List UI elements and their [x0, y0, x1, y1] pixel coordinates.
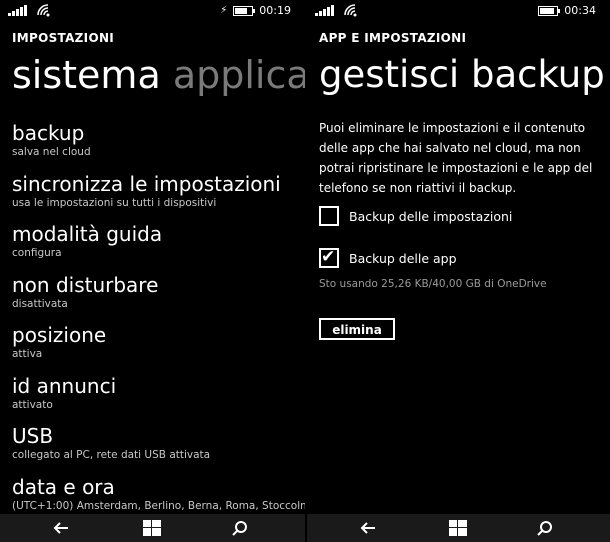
back-arrow-icon[interactable] — [52, 520, 70, 540]
item-title: sincronizza le impostazioni — [12, 171, 281, 196]
item-title: posizione — [12, 323, 107, 347]
signal-icon — [8, 4, 28, 19]
navigation-bar — [307, 514, 610, 542]
item-title: id annunci — [12, 373, 117, 398]
charging-icon: ⚡ — [220, 5, 228, 16]
page-title: gestisci backup — [319, 53, 605, 96]
pivot-tab-sistema[interactable]: sistema — [12, 53, 161, 97]
windows-logo-icon[interactable] — [449, 520, 467, 540]
wifi-icon — [36, 3, 52, 20]
navigation-bar — [0, 514, 305, 542]
search-icon[interactable] — [537, 520, 553, 540]
backup-screen: 00:34 APP E IMPOSTAZIONI gestisci backup… — [307, 0, 610, 542]
search-icon[interactable] — [232, 520, 248, 540]
checkmark-icon: ✔ — [321, 247, 336, 267]
item-title: non disturbare — [12, 272, 159, 297]
checkbox-apps-backup[interactable]: ✔ Backup delle app — [319, 247, 457, 268]
item-title: backup — [12, 121, 85, 145]
checkbox-label: Backup delle impostazioni — [349, 208, 513, 224]
item-subtitle: (UTC+1:00) Amsterdam, Berlino, Berna, Ro… — [12, 499, 305, 512]
backup-description: Puoi eliminare le impostazioni e il cont… — [319, 121, 593, 195]
list-item-do-not-disturb[interactable]: non disturbare disattivata — [12, 272, 305, 323]
pivot-header: sistema applicaz — [12, 49, 305, 101]
status-time: 00:19 — [259, 4, 291, 17]
delete-button[interactable]: elimina — [319, 318, 395, 340]
status-bar: 00:34 — [307, 0, 610, 22]
item-subtitle: configura — [12, 247, 62, 259]
item-subtitle: usa le impostazioni su tutti i dispositi… — [12, 196, 217, 209]
back-arrow-icon[interactable] — [359, 520, 377, 540]
item-title: USB — [12, 424, 54, 448]
status-time: 00:34 — [564, 4, 596, 17]
onedrive-usage: Sto usando 25,26 KB/40,00 GB di OneDrive — [319, 278, 547, 290]
list-item-ad-id[interactable]: id annunci attivato — [12, 373, 305, 424]
item-subtitle: collegato al PC, rete dati USB attivata — [12, 449, 211, 461]
windows-logo-icon[interactable] — [143, 520, 161, 540]
wifi-icon — [343, 3, 359, 20]
item-subtitle: salva nel cloud — [12, 146, 91, 158]
checkbox-label: Backup delle app — [349, 250, 457, 266]
settings-screen: ⚡ 00:19 IMPOSTAZIONI sistema applicaz ba… — [0, 0, 305, 542]
settings-list: backup salva nel cloud sincronizza le im… — [12, 120, 305, 524]
checkbox-box[interactable]: ✔ — [319, 247, 339, 268]
app-title: IMPOSTAZIONI — [12, 31, 115, 45]
battery-icon — [233, 5, 256, 16]
status-bar: ⚡ 00:19 — [0, 0, 305, 22]
battery-icon — [538, 5, 561, 16]
item-subtitle: attiva — [12, 348, 43, 360]
list-item-location[interactable]: posizione attiva — [12, 322, 305, 373]
checkbox-box[interactable] — [319, 206, 339, 226]
signal-icon — [315, 4, 335, 19]
list-item-sync[interactable]: sincronizza le impostazioni usa le impos… — [12, 171, 305, 222]
item-subtitle: disattivata — [12, 297, 68, 310]
pivot-tab-applicazioni[interactable]: applicaz — [173, 53, 305, 97]
item-title: modalità guida — [12, 222, 163, 246]
list-item-driving-mode[interactable]: modalità guida configura — [12, 221, 305, 272]
item-title: data e ora — [12, 474, 115, 499]
checkbox-settings-backup[interactable]: Backup delle impostazioni — [319, 206, 512, 226]
list-item-usb[interactable]: USB collegato al PC, rete dati USB attiv… — [12, 423, 305, 474]
list-item-backup[interactable]: backup salva nel cloud — [12, 120, 305, 171]
app-title: APP E IMPOSTAZIONI — [319, 31, 467, 45]
item-subtitle: attivato — [12, 398, 53, 411]
